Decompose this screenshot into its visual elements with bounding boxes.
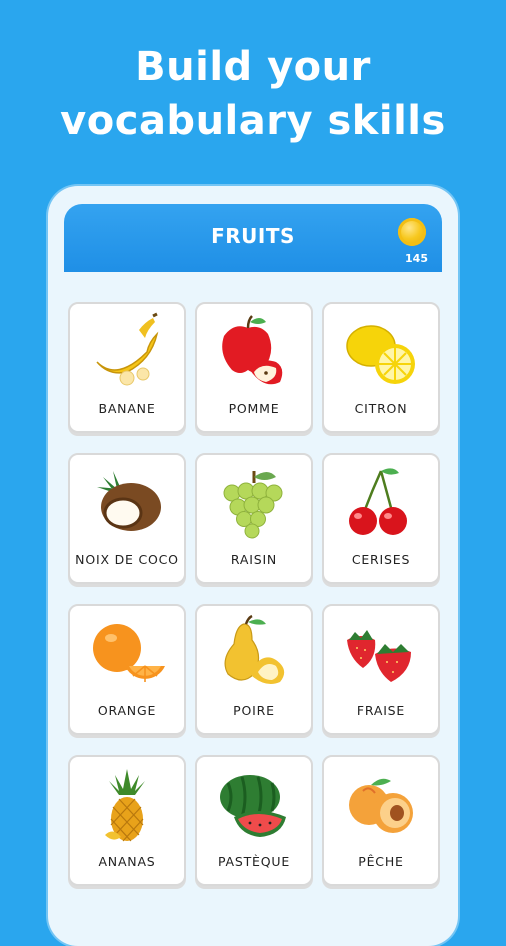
word-label: CERISES: [351, 552, 411, 567]
word-card-orange[interactable]: ORANGE: [68, 604, 186, 735]
word-label: POIRE: [233, 703, 275, 718]
coin-count: 145: [405, 252, 428, 265]
word-label: FRAISE: [356, 703, 406, 718]
word-label: NOIX DE COCO: [75, 552, 179, 567]
word-card-citron[interactable]: CITRON: [322, 302, 440, 433]
word-label: BANANE: [98, 401, 156, 416]
peach-icon: [349, 778, 413, 833]
word-card-pomme[interactable]: POMME: [195, 302, 313, 433]
word-label: PÊCHE: [358, 854, 404, 869]
coconut-icon: [97, 471, 161, 531]
word-card-banane[interactable]: BANANE: [68, 302, 186, 433]
headline-line-1: Build your: [135, 44, 371, 90]
cherries-icon: [349, 468, 407, 535]
coin-icon[interactable]: [398, 218, 426, 246]
strawberry-icon: [347, 630, 411, 682]
word-card-raisin[interactable]: RAISIN: [195, 453, 313, 584]
category-header: FRUITS 145: [64, 204, 442, 272]
orange-icon: [93, 624, 165, 682]
category-title: FRUITS: [211, 224, 295, 248]
promo-headline: Build your vocabulary skills: [0, 40, 506, 148]
word-label: RAISIN: [230, 552, 278, 567]
word-card-noix-de-coco[interactable]: NOIX DE COCO: [68, 453, 186, 584]
word-card-pasteque[interactable]: PASTÈQUE: [195, 755, 313, 886]
word-card-poire[interactable]: POIRE: [195, 604, 313, 735]
phone-screen: FRUITS 145 BANANE POMME CITRON NOIX DE C…: [48, 186, 458, 946]
word-card-fraise[interactable]: FRAISE: [322, 604, 440, 735]
headline-line-2: vocabulary skills: [60, 98, 446, 144]
word-grid: BANANE POMME CITRON NOIX DE COCO RAISIN …: [68, 302, 440, 886]
word-card-cerises[interactable]: CERISES: [322, 453, 440, 584]
grapes-icon: [223, 471, 283, 539]
word-card-ananas[interactable]: ANANAS: [68, 755, 186, 886]
word-label: ANANAS: [98, 854, 156, 869]
word-label: ORANGE: [97, 703, 157, 718]
pineapple-icon: [105, 769, 145, 842]
apple-icon: [222, 315, 283, 385]
watermelon-icon: [220, 775, 286, 837]
word-label: PASTÈQUE: [217, 854, 291, 869]
pear-icon: [224, 614, 285, 684]
word-label: POMME: [228, 401, 280, 416]
lemon-icon: [346, 325, 415, 384]
word-label: CITRON: [354, 401, 408, 416]
banana-icon: [96, 312, 159, 386]
word-card-peche[interactable]: PÊCHE: [322, 755, 440, 886]
